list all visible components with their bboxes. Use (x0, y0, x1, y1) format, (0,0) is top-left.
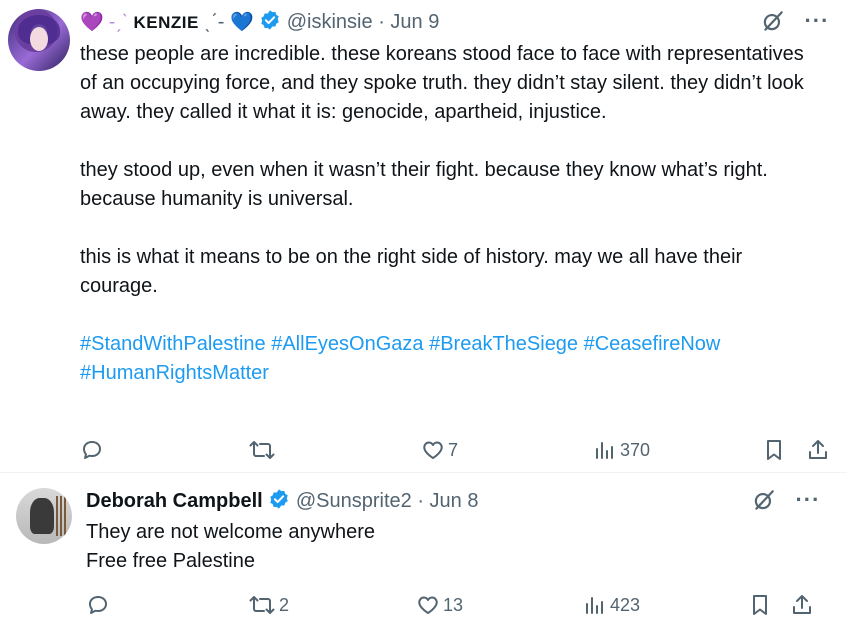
tweet-actions: 7 370 (0, 436, 847, 464)
retweet-button[interactable]: 2 (248, 591, 289, 619)
views-button[interactable]: 370 (593, 436, 650, 464)
retweet-icon (249, 596, 275, 614)
tweet-header: 💜 -ˏˋ KENZIE ˎˊ- 💙 @iskinsie · Jun 9 (80, 9, 439, 37)
tweet-date[interactable]: · Jun 9 (378, 11, 439, 33)
like-button[interactable]: 7 (421, 436, 458, 464)
heart-icon (423, 441, 443, 459)
share-icon (793, 595, 811, 614)
share-button[interactable] (806, 436, 830, 464)
views-icon (586, 597, 603, 614)
share-button[interactable] (790, 591, 814, 619)
bookmark-icon (753, 595, 767, 615)
views-button[interactable]: 423 (583, 591, 640, 619)
display-name[interactable]: KENZIE (133, 13, 198, 32)
views-icon (596, 442, 613, 459)
handle[interactable]: @Sunsprite2 (296, 490, 412, 512)
heart-icon (418, 596, 438, 614)
view-count: 370 (620, 439, 651, 460)
grok-icon[interactable] (760, 11, 790, 31)
tweet-paragraph: this is what it means to be on the right… (80, 246, 743, 297)
handle[interactable]: @iskinsie (287, 11, 373, 33)
share-icon (809, 440, 827, 459)
reply-icon (89, 596, 107, 614)
verified-badge-icon[interactable] (259, 9, 281, 37)
tweet-header: Deborah Campbell @Sunsprite2 · Jun 8 (86, 488, 478, 516)
name-heart: 💙 (229, 12, 254, 33)
retweet-icon (249, 441, 275, 459)
reply-button[interactable] (80, 436, 107, 464)
hashtags[interactable]: #StandWithPalestine #AllEyesOnGaza #Brea… (80, 330, 825, 359)
tweet-paragraph: they stood up, even when it wasn’t their… (80, 159, 768, 210)
tweet-line: Free free Palestine (86, 550, 255, 572)
tweet[interactable]: 💜 -ˏˋ KENZIE ˎˊ- 💙 @iskinsie · Jun 9 ···… (0, 0, 847, 472)
display-name[interactable]: Deborah Campbell (86, 490, 263, 512)
more-icon[interactable]: ··· (795, 489, 820, 511)
view-count: 423 (610, 594, 641, 615)
like-button[interactable]: 13 (416, 591, 463, 619)
avatar[interactable] (16, 488, 72, 544)
tweet-actions: 2 13 423 (0, 591, 847, 619)
bookmark-button[interactable] (762, 436, 786, 464)
tweet-top-actions: ··· (760, 8, 829, 34)
tweet-text: these people are incredible. these korea… (80, 40, 825, 388)
reply-icon (83, 441, 101, 459)
name-prefix: 💜 -ˏˋ (80, 12, 128, 33)
grok-icon[interactable] (751, 490, 781, 510)
bookmark-button[interactable] (748, 591, 772, 619)
retweet-button[interactable] (248, 436, 279, 464)
hashtags[interactable]: #HumanRightsMatter (80, 359, 825, 388)
verified-badge-icon[interactable] (268, 488, 290, 516)
more-icon[interactable]: ··· (804, 10, 829, 32)
tweet-date[interactable]: · Jun 8 (417, 490, 478, 512)
name-suffix: ˎˊ- (204, 11, 225, 33)
reply-button[interactable] (86, 591, 113, 619)
tweet-paragraph: these people are incredible. these korea… (80, 43, 804, 123)
avatar-face (30, 27, 48, 51)
tweet-top-actions: ··· (751, 487, 820, 513)
like-count: 7 (448, 439, 459, 460)
tweet-line: They are not welcome anywhere (86, 521, 376, 543)
avatar-cat (30, 498, 54, 534)
like-count: 13 (443, 594, 464, 615)
retweet-count: 2 (279, 594, 290, 615)
avatar-bars (56, 496, 66, 536)
avatar[interactable] (8, 9, 70, 71)
bookmark-icon (767, 440, 781, 460)
tweet-text: They are not welcome anywhere Free free … (86, 518, 786, 576)
